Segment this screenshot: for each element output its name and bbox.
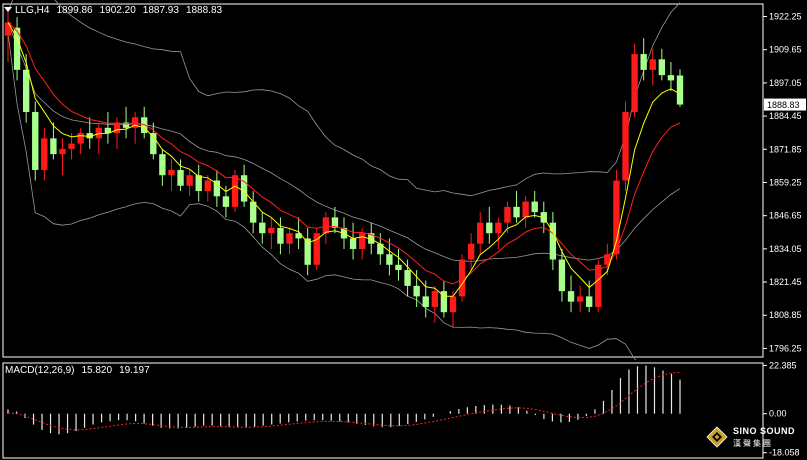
y-tick-label: 1796.25	[769, 343, 802, 353]
candle-body	[349, 238, 357, 249]
y-tick-label: 1871.85	[769, 144, 802, 154]
candle-body	[531, 201, 538, 213]
candle-body	[567, 291, 575, 302]
candle-body	[477, 222, 484, 244]
symbol-header: LLG,H4 1899.86 1902.20 1887.93 1888.83	[4, 5, 222, 16]
candle-body	[168, 169, 175, 176]
candle-body	[68, 143, 75, 149]
candle-body	[586, 296, 593, 307]
candle-body	[186, 175, 193, 186]
candle-body	[467, 243, 475, 260]
candle-body	[386, 254, 393, 265]
candle-body	[240, 175, 248, 202]
low-value: 1887.93	[142, 5, 179, 16]
close-value: 1888.83	[185, 5, 223, 16]
candle-body	[449, 296, 457, 313]
candle-body	[113, 122, 121, 134]
macd-label: MACD(12,26,9)	[5, 365, 75, 376]
candle-body	[422, 296, 429, 307]
candle-body	[50, 138, 57, 155]
candle-body	[159, 154, 166, 176]
y-tick-label: 1808.85	[769, 310, 802, 320]
candle-body	[231, 175, 239, 207]
candle-body	[658, 59, 666, 76]
y-tick-label: 1909.65	[769, 45, 802, 55]
logo-subtext: 漢聲集團	[733, 439, 773, 448]
candle-body	[576, 296, 584, 302]
dropdown-arrow-icon[interactable]	[4, 7, 12, 12]
macd-signal-value: 19.197	[119, 365, 150, 376]
y-tick-label: 1922.25	[769, 12, 802, 22]
candle-body	[358, 233, 366, 249]
macd-main-value: 15.820	[81, 365, 113, 376]
candle-body	[77, 133, 84, 144]
chart-window[interactable]: 1922.25 1909.65 1897.05 1884.45 1871.85 1859.…	[0, 0, 807, 460]
candle-body	[22, 69, 30, 113]
y-tick-label: 1846.65	[769, 211, 802, 221]
candle-body	[595, 264, 602, 307]
candle-body	[204, 180, 211, 192]
candle-body	[504, 206, 511, 223]
candle-body	[404, 270, 411, 286]
candle-body	[522, 201, 529, 218]
macd-frame	[2, 362, 764, 459]
y-tick-label: 1897.05	[769, 78, 802, 88]
bollinger-lower-band	[7, 32, 637, 360]
high-value: 1902.20	[99, 5, 136, 16]
y-tick-label: 1859.25	[769, 177, 802, 187]
candle-body	[286, 233, 293, 244]
candle-body	[222, 196, 230, 207]
candle-body	[676, 75, 684, 105]
logo-emblem-icon	[706, 426, 728, 448]
candle-body	[486, 222, 493, 234]
symbol-label: LLG,H4	[15, 5, 50, 16]
candle-body	[513, 206, 520, 218]
price-chart[interactable]: 1922.25 1909.65 1897.05 1884.45 1871.85 1859.…	[0, 0, 807, 360]
candle-body	[495, 222, 502, 234]
candle-body	[667, 75, 675, 81]
candle-body	[395, 264, 402, 271]
candle-body	[277, 227, 284, 244]
y-tick-label: 1821.45	[769, 277, 802, 287]
candle-body	[631, 54, 638, 113]
open-value: 1899.86	[56, 5, 93, 16]
sino-sound-logo: SINO SOUND 漢聲集團	[706, 424, 802, 458]
current-price-label: 1888.83	[767, 100, 800, 110]
candle-body	[41, 138, 48, 170]
candle-body	[558, 259, 566, 292]
candle-body	[413, 285, 420, 297]
candle-body	[649, 59, 656, 70]
candle-body	[640, 54, 647, 70]
y-tick-label: 1884.45	[769, 111, 802, 121]
macd-signal-line	[7, 371, 681, 431]
candle-body	[32, 112, 39, 170]
macd-y-tick-label: 22.385	[769, 360, 797, 370]
candle-body	[195, 175, 202, 192]
macd-y-tick-label: 0.00	[769, 409, 787, 419]
logo-text: SINO SOUND	[733, 426, 796, 436]
candle-body	[177, 169, 184, 186]
candle-body	[259, 222, 266, 234]
candle-body	[431, 291, 438, 307]
bollinger-upper-band	[7, 0, 681, 197]
fast-ma-line	[7, 22, 681, 297]
candle-body	[59, 148, 66, 155]
candle-body	[322, 217, 330, 234]
macd-header: MACD(12,26,9) 15.820 19.197	[5, 365, 150, 376]
candle-body	[622, 112, 629, 181]
y-tick-label: 1834.05	[769, 244, 802, 254]
candle-body	[268, 227, 275, 234]
